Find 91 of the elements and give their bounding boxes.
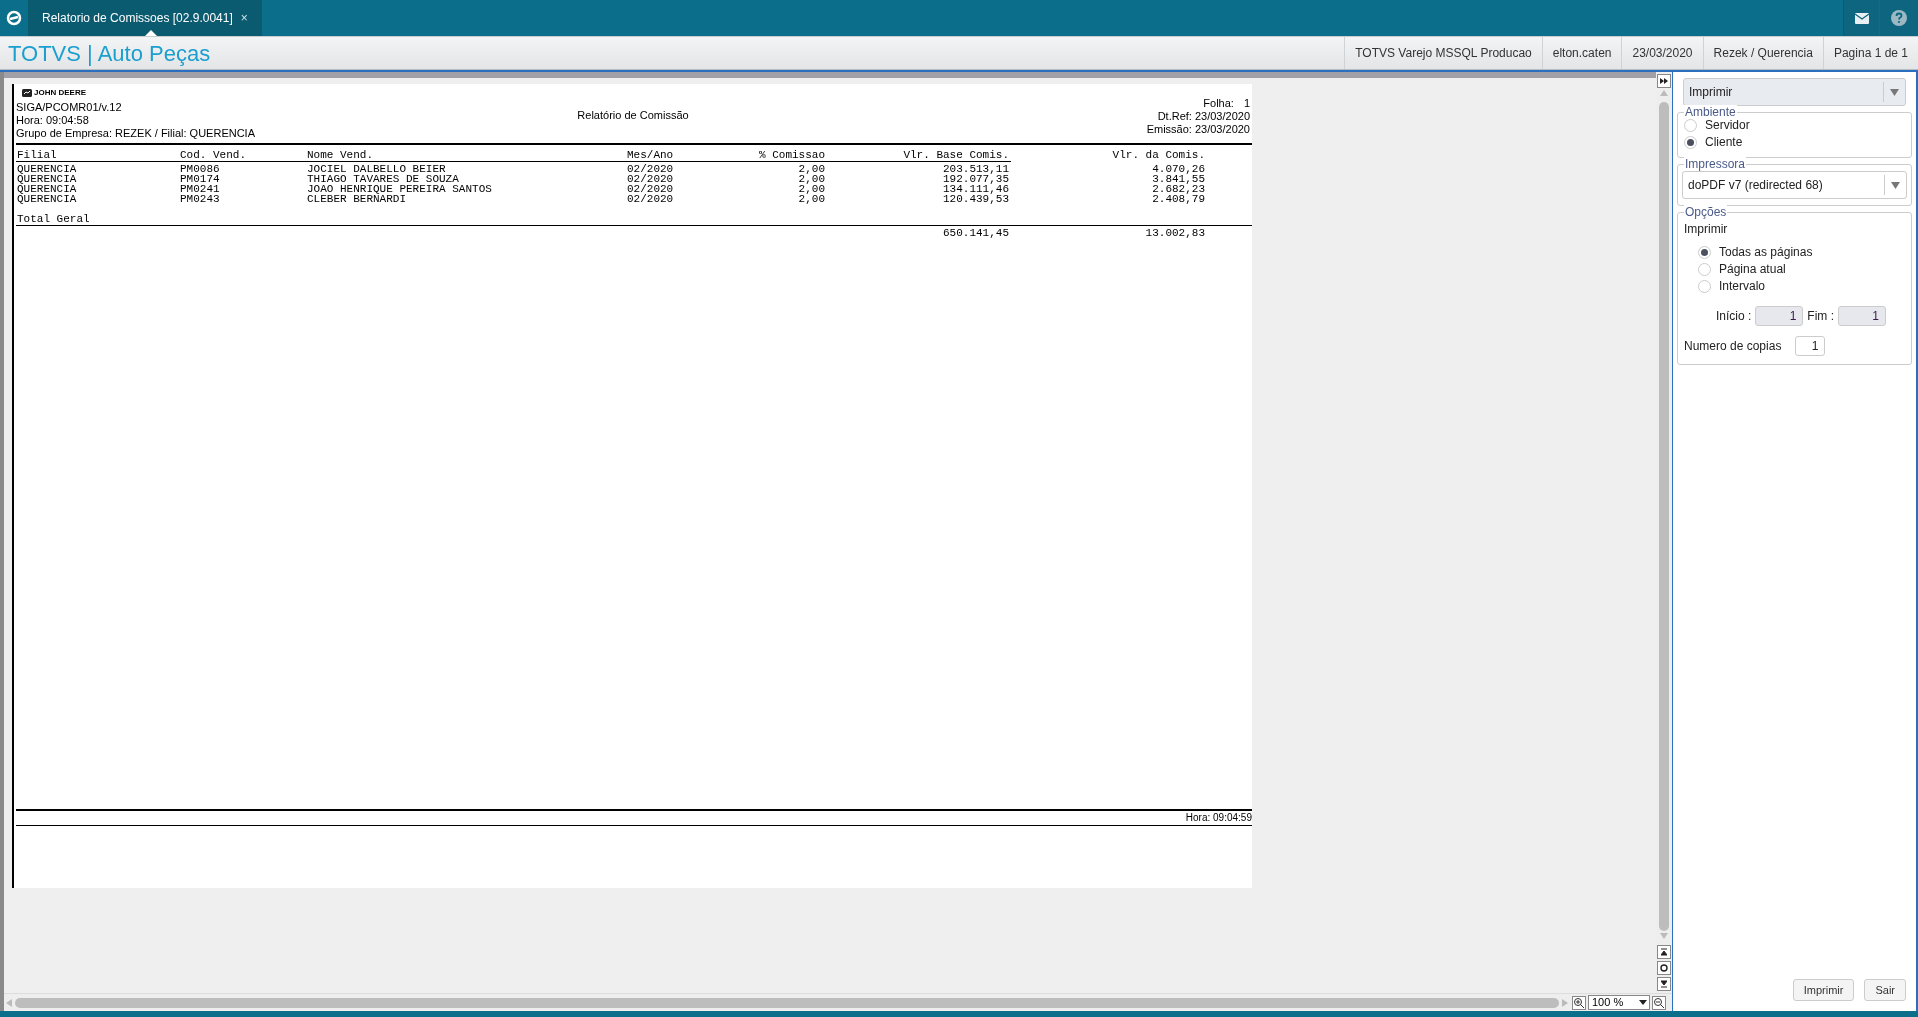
app-title: TOTVS | Auto Peças: [7, 39, 211, 68]
table-cell-text: 2.408,79: [1151, 194, 1205, 204]
close-icon[interactable]: ×: [240, 9, 248, 27]
help-icon[interactable]: [1891, 10, 1907, 26]
table-cell-text: 134.111,46: [942, 184, 1009, 194]
footer-time: Hora: 09:04:59: [1185, 812, 1252, 824]
radio-option[interactable]: Cliente: [1684, 134, 1905, 150]
zoom-in-icon[interactable]: [1572, 995, 1586, 1010]
caret-icon: [1890, 88, 1899, 96]
table-cell-text: 2,00: [797, 174, 825, 184]
column-header: % Comissao: [758, 150, 825, 160]
issue-date: Emissão: 23/03/2020: [1146, 123, 1250, 136]
table-cell-text: CLEBER BERNARDI: [307, 194, 408, 204]
sheet-number: 1: [1243, 97, 1250, 110]
group-title: Ambiente: [1684, 105, 1737, 119]
circle-icon: [1660, 964, 1668, 972]
header-info: Rezek / Querencia: [1702, 37, 1823, 69]
horizontal-scrollbar[interactable]: [4, 997, 1570, 1008]
header-info: 23/03/2020: [1621, 37, 1703, 69]
field-label: Início :: [1716, 308, 1752, 325]
field-label: Fim :: [1807, 308, 1835, 325]
table-cell-text: 02/2020: [627, 174, 675, 184]
table-cell-text: 3.841,55: [1151, 174, 1205, 184]
caret-icon: [1891, 181, 1900, 189]
program-code: SIGA/PCOMR01/v.12: [16, 101, 123, 114]
arrow-up-icon: [1661, 948, 1667, 956]
section-label: Imprimir: [1684, 221, 1729, 238]
logo-icon: [6, 10, 22, 26]
printer-dropdown[interactable]: doPDF v7 (redirected 68): [1682, 171, 1907, 199]
table-cell-text: THIAGO TAVARES DE SOUZA: [307, 174, 460, 184]
table-cell-text: 02/2020: [627, 164, 675, 174]
column-header: Mes/Ano: [627, 150, 675, 160]
table-cell-text: 120.439,53: [942, 194, 1009, 204]
table-cell-text: QUERENCIA: [17, 184, 78, 194]
arrow-left-icon: [6, 998, 12, 1007]
first-page-button[interactable]: [1657, 945, 1671, 959]
company-group: Grupo de Empresa: REZEK / Filial: QUERENCIA: [16, 127, 483, 140]
total-value: 650.141,45: [942, 228, 1009, 238]
mail-icon[interactable]: [1854, 12, 1869, 24]
zoom-select[interactable]: 100 %: [1588, 995, 1650, 1010]
table-cell-text: 02/2020: [627, 184, 675, 194]
column-header: Vlr. Base Comis.: [902, 150, 1009, 160]
caret-icon: [1639, 1000, 1647, 1005]
sheet-label: Folha:: [1203, 97, 1234, 110]
dialog-button[interactable]: Imprimir: [1792, 979, 1855, 1001]
header-info: Pagina 1 de 1: [1822, 37, 1918, 69]
scroll-thumb[interactable]: [1659, 102, 1669, 931]
group-title: Opções: [1684, 205, 1728, 219]
column-header: Cod. Vend.: [180, 150, 247, 160]
zoom-out-icon[interactable]: [1652, 995, 1666, 1010]
report-tab[interactable]: Relatorio de Comissoes [02.9.0041] ×: [28, 0, 262, 36]
collapse-button[interactable]: [1657, 74, 1671, 88]
table-cell-text: 2,00: [797, 194, 825, 204]
table-cell-text: QUERENCIA: [17, 164, 78, 174]
total-label: Total Geral: [17, 214, 90, 224]
column-header: Vlr. da Comis.: [1111, 150, 1205, 160]
table-cell-text: PM0241: [180, 184, 221, 194]
table-cell-text: 02/2020: [627, 194, 675, 204]
table-cell-text: 203.513,11: [942, 164, 1009, 174]
column-header: Nome Vend.: [307, 150, 374, 160]
table-cell-text: 2,00: [797, 184, 825, 194]
table-cell-text: PM0243: [180, 194, 221, 204]
action-dropdown[interactable]: Imprimir: [1683, 78, 1906, 106]
table-cell-text: PM0086: [180, 164, 221, 174]
header-info: TOTVS Varejo MSSQL Producao: [1344, 37, 1542, 69]
table-cell-text: PM0174: [180, 174, 221, 184]
table-cell-text: 2.682,23: [1151, 184, 1205, 194]
reference-date: Dt.Ref: 23/03/2020: [1157, 110, 1250, 123]
column-header: Filial: [17, 150, 58, 160]
group-title: Impressora: [1684, 157, 1747, 171]
vertical-scrollbar[interactable]: [1656, 72, 1672, 993]
table-cell-text: 4.070,26: [1151, 164, 1205, 174]
field-label: Numero de copias: [1684, 338, 1782, 355]
last-page-button[interactable]: [1657, 977, 1671, 991]
arrow-right-icon: [1562, 998, 1568, 1007]
brand-logo-text: JOHN DEERE: [34, 88, 86, 97]
header-info: elton.caten: [1541, 37, 1622, 69]
total-value: 13.002,83: [1144, 228, 1205, 238]
refresh-button[interactable]: [1657, 961, 1671, 975]
dialog-button[interactable]: Sair: [1864, 979, 1906, 1001]
arrow-down-icon: [1661, 980, 1667, 988]
table-cell-text: 2,00: [797, 164, 825, 174]
radio-option[interactable]: Servidor: [1684, 117, 1905, 133]
report-time: Hora: 09:04:58: [16, 114, 90, 127]
report-title: Relatório de Comissão: [576, 109, 690, 122]
table-cell-text: QUERENCIA: [17, 174, 78, 184]
table-cell-text: JOAO HENRIQUE PEREIRA SANTOS: [307, 184, 493, 194]
double-arrow-right-icon: [1660, 78, 1668, 84]
table-cell-text: QUERENCIA: [17, 194, 78, 204]
table-cell-text: 192.077,35: [942, 174, 1009, 184]
table-cell-text: JOCIEL DALBELLO BEIER: [307, 164, 447, 174]
